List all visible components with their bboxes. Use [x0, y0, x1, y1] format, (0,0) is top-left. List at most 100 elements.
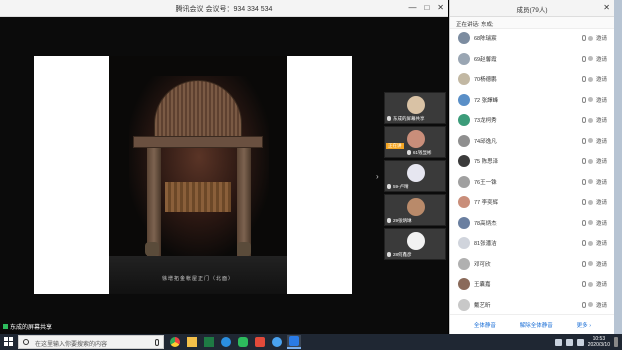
member-actions: 邀请 — [581, 96, 607, 104]
avatar — [458, 196, 470, 209]
file-explorer-icon[interactable] — [185, 335, 199, 349]
member-row[interactable]: 74邱逸凡 邀请 — [450, 131, 615, 152]
meeting-window: 腾讯会议 会议号：934 334 534 — □ ✕ 徐增拓金帐屋正门（北面） … — [0, 0, 448, 334]
video-tile[interactable]: 28何鑫彦 — [384, 228, 446, 260]
chrome-icon[interactable] — [168, 335, 182, 349]
member-name: 77 李奕辉 — [474, 200, 499, 207]
unmute-all-button[interactable]: 解除全体静音 — [520, 321, 553, 329]
maximize-button[interactable]: □ — [424, 3, 429, 13]
person-icon — [587, 281, 593, 287]
avatar — [458, 93, 470, 106]
member-row[interactable]: 戴艺昕 邀请 — [450, 295, 615, 315]
more-button[interactable]: 更多 › — [577, 321, 591, 329]
member-name: 76王一铢 — [474, 179, 497, 186]
member-row[interactable]: 78高炳杰 邀请 — [450, 213, 615, 234]
video-tile[interactable]: 29张炳琳 — [384, 194, 446, 226]
speaking-badge: 正在讲 — [386, 143, 404, 149]
mic-icon — [387, 218, 391, 224]
invite-button[interactable]: 邀请 — [596, 157, 607, 165]
tencent-meeting-icon[interactable] — [287, 335, 301, 349]
mic-icon[interactable] — [581, 96, 586, 103]
edge-icon[interactable] — [219, 335, 233, 349]
clock[interactable]: 10:53 2020/3/10 — [588, 336, 610, 348]
avatar — [407, 232, 425, 250]
avatar — [458, 257, 470, 270]
mic-icon[interactable] — [581, 117, 586, 124]
person-icon — [587, 302, 593, 308]
close-button[interactable]: ✕ — [437, 3, 444, 13]
invite-button[interactable]: 邀请 — [596, 178, 607, 186]
mic-icon[interactable] — [581, 240, 586, 247]
microphone-icon[interactable] — [155, 339, 159, 346]
windows-start-icon[interactable] — [4, 337, 14, 347]
avatar — [458, 114, 470, 127]
volume-icon[interactable] — [565, 338, 573, 346]
video-tile[interactable]: 东成的屏幕共享 — [384, 92, 446, 124]
video-tile-name: 28何鑫彦 — [393, 252, 412, 257]
invite-button[interactable]: 邀请 — [596, 239, 607, 247]
person-icon — [587, 117, 593, 123]
avatar — [458, 237, 470, 250]
invite-button[interactable]: 邀请 — [596, 137, 607, 145]
member-row[interactable]: 68陈瑞宸 邀请 — [450, 28, 615, 49]
member-row[interactable]: 70杨德鹏 邀请 — [450, 69, 615, 90]
member-row[interactable]: 75 陈思泽 邀请 — [450, 151, 615, 172]
mic-icon[interactable] — [581, 178, 586, 185]
person-icon — [587, 220, 593, 226]
minimize-button[interactable]: — — [408, 3, 416, 13]
mute-all-button[interactable]: 全体静音 — [474, 321, 496, 329]
member-row[interactable]: 69赵馨霞 邀请 — [450, 49, 615, 70]
invite-button[interactable]: 邀请 — [596, 75, 607, 83]
collapse-video-strip-icon[interactable]: › — [376, 172, 379, 181]
screen-share-indicator[interactable]: 东成的屏幕共享 — [3, 322, 52, 331]
mic-icon[interactable] — [581, 219, 586, 226]
qq-icon[interactable] — [270, 335, 284, 349]
mic-icon[interactable] — [581, 137, 586, 144]
member-row[interactable]: 81张潘洁 邀请 — [450, 233, 615, 254]
member-row[interactable]: 邓可欣 邀请 — [450, 254, 615, 275]
network-icon[interactable] — [554, 338, 562, 346]
video-tile-name: 61钱显彬 — [413, 150, 432, 155]
member-row[interactable]: 72 张譯峰 邀请 — [450, 90, 615, 111]
share-status-icon — [3, 324, 8, 329]
close-icon[interactable]: ✕ — [603, 3, 610, 12]
member-row[interactable]: 76王一铢 邀请 — [450, 172, 615, 193]
excel-icon[interactable] — [202, 335, 216, 349]
mic-icon[interactable] — [581, 158, 586, 165]
member-row[interactable]: 73龙柯秀 邀请 — [450, 110, 615, 131]
member-row[interactable]: 王囊嘉 邀请 — [450, 274, 615, 295]
invite-button[interactable]: 邀请 — [596, 260, 607, 268]
mic-icon[interactable] — [581, 76, 586, 83]
invite-button[interactable]: 邀请 — [596, 55, 607, 63]
mic-icon[interactable] — [581, 199, 586, 206]
video-tile[interactable]: 59-卢晴 — [384, 160, 446, 192]
mic-icon[interactable] — [581, 260, 586, 267]
invite-button[interactable]: 邀请 — [596, 301, 607, 309]
invite-button[interactable]: 邀请 — [596, 34, 607, 42]
member-name: 81张潘洁 — [474, 241, 497, 248]
invite-button[interactable]: 邀请 — [596, 280, 607, 288]
invite-button[interactable]: 邀请 — [596, 116, 607, 124]
taskbar-search-input[interactable]: 在这里输入你要搜索的内容 — [18, 335, 164, 349]
mic-icon — [407, 150, 411, 156]
avatar — [458, 32, 470, 45]
mic-icon[interactable] — [581, 301, 586, 308]
member-actions: 邀请 — [581, 34, 607, 42]
mic-icon[interactable] — [581, 35, 586, 42]
member-name: 73龙柯秀 — [474, 118, 497, 125]
ime-icon[interactable] — [576, 338, 584, 346]
invite-button[interactable]: 邀请 — [596, 96, 607, 104]
mic-icon[interactable] — [581, 55, 586, 62]
invite-button[interactable]: 邀请 — [596, 198, 607, 206]
person-icon — [587, 179, 593, 185]
invite-button[interactable]: 邀请 — [596, 219, 607, 227]
video-tile[interactable]: 正在讲 61钱显彬 — [384, 126, 446, 158]
weixin-icon[interactable] — [236, 335, 250, 349]
mic-icon[interactable] — [581, 281, 586, 288]
member-actions: 邀请 — [581, 75, 607, 83]
wps-icon[interactable] — [253, 335, 267, 349]
person-icon — [587, 158, 593, 164]
show-desktop-button[interactable] — [614, 337, 618, 347]
member-list[interactable]: 68陈瑞宸 邀请 69赵馨霞 邀请 70杨德鹏 邀请 72 张譯峰 邀请 73龙柯秀 邀请 74邱逸… — [450, 28, 615, 314]
member-row[interactable]: 77 李奕辉 邀请 — [450, 192, 615, 213]
